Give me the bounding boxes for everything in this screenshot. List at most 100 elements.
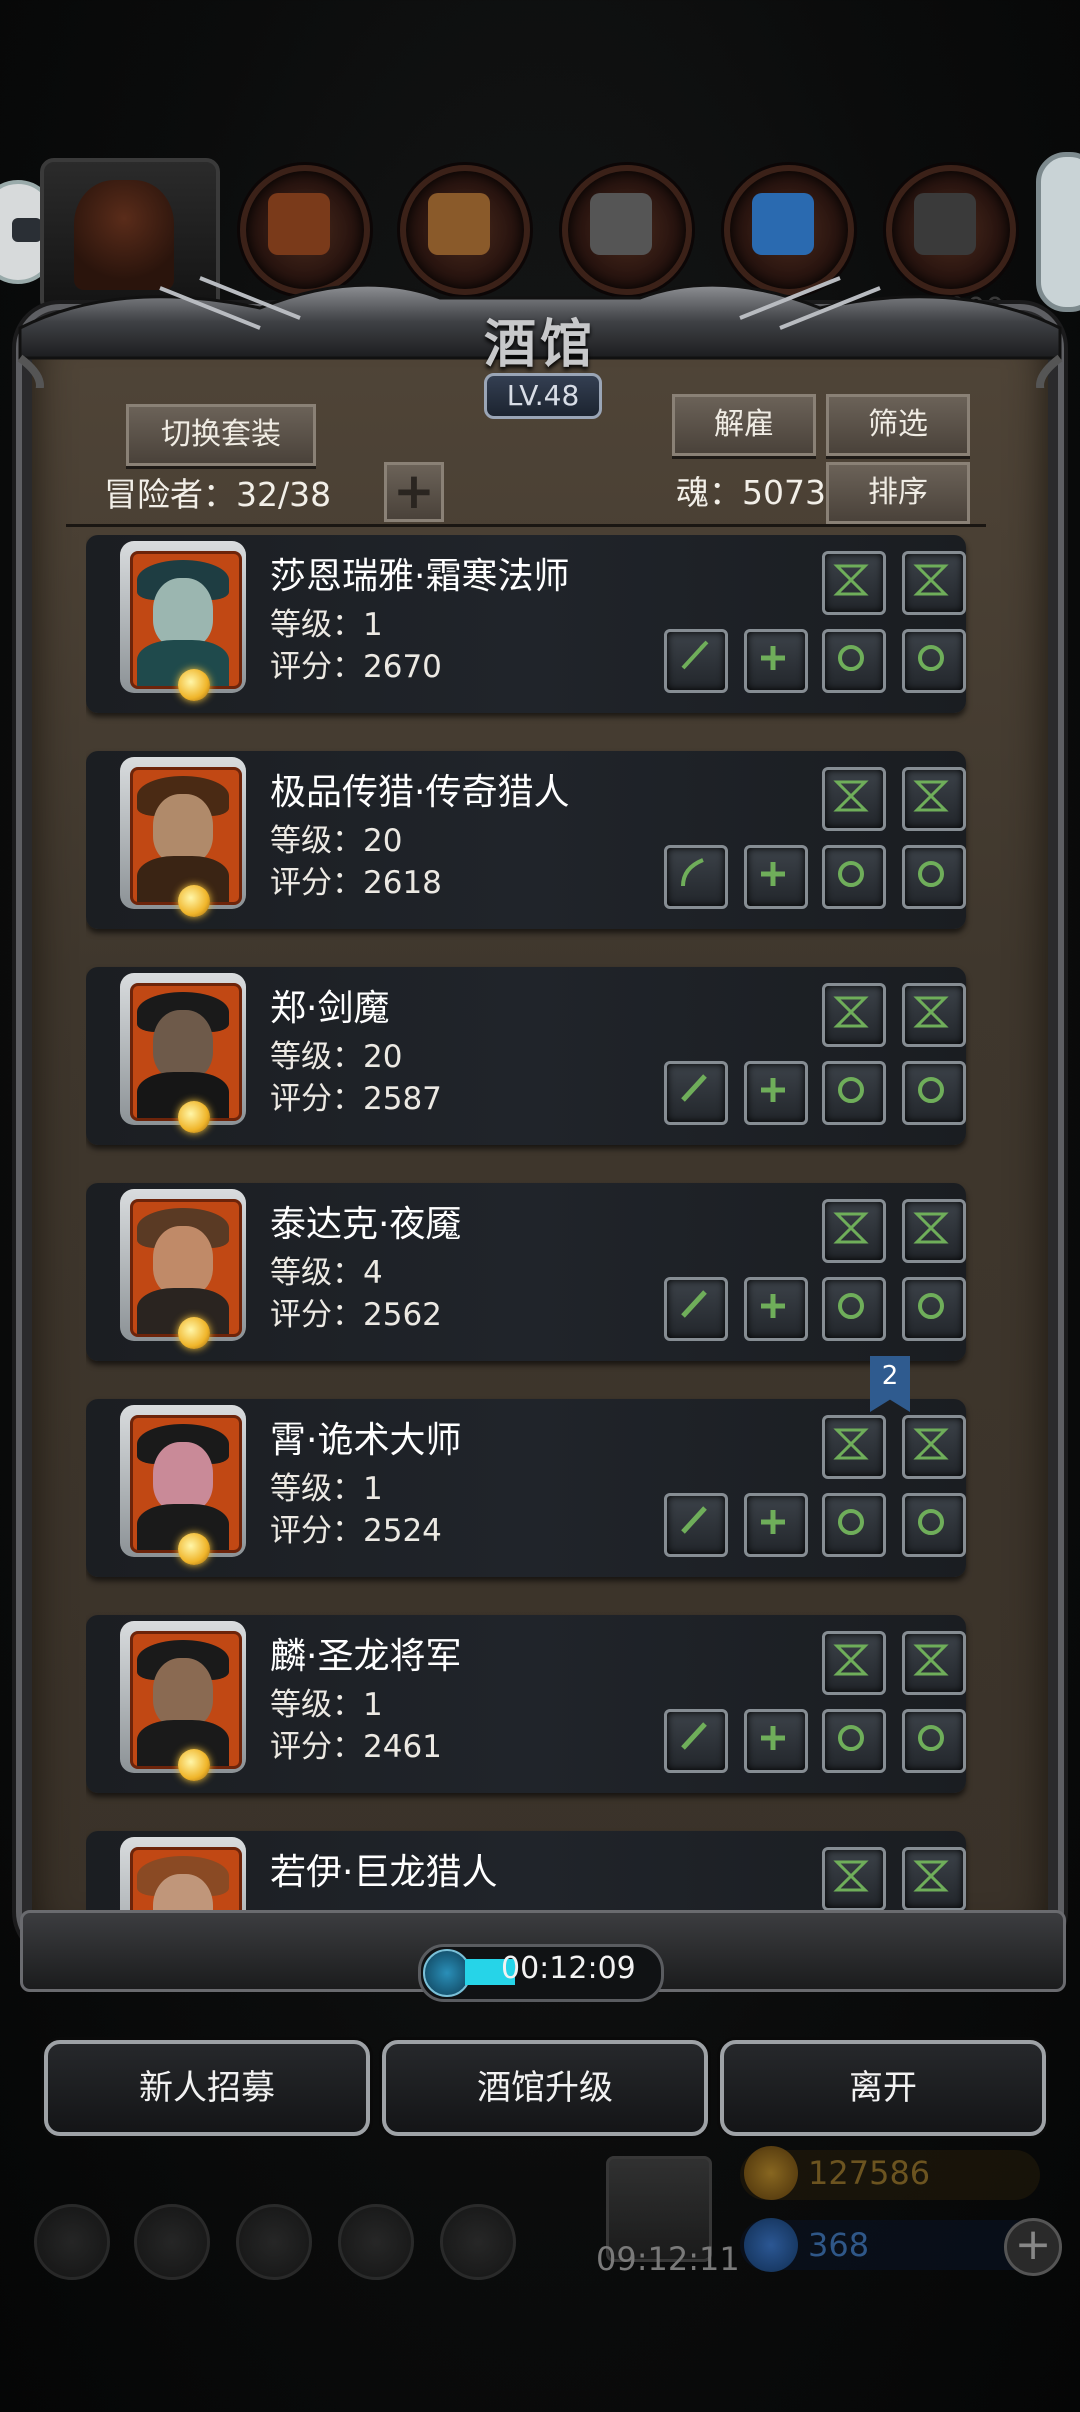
hero-level: 等级：1 [270, 1687, 383, 1723]
hero-score: 评分：2461 [270, 1729, 442, 1765]
empty-slot-icon[interactable] [902, 983, 966, 1047]
accessory-slot-icon[interactable] [822, 1709, 886, 1773]
gem-icon [744, 2218, 798, 2272]
hero-score: 评分：2562 [270, 1297, 442, 1333]
adventurer-count: 冒险者：32/38 [104, 475, 332, 514]
mail-icon[interactable] [338, 2204, 414, 2280]
empty-slot-icon[interactable] [902, 1631, 966, 1695]
empty-slot-icon[interactable] [902, 1847, 966, 1911]
map-icon[interactable] [440, 2204, 516, 2280]
hero-card[interactable]: 郑·剑魔 等级：20 评分：2587 [86, 967, 966, 1145]
hero-portrait[interactable] [120, 757, 246, 917]
accessory-slot-icon[interactable] [822, 845, 886, 909]
weapon-slot-icon[interactable] [664, 1277, 728, 1341]
hero-level: 等级：20 [270, 823, 403, 859]
ring-slot-icon[interactable] [902, 1277, 966, 1341]
empty-slot-icon[interactable] [822, 1199, 886, 1263]
hero-portrait[interactable] [120, 1189, 246, 1349]
ring-slot-icon[interactable] [902, 1061, 966, 1125]
hero-name: 极品传猎·传奇猎人 [270, 772, 570, 813]
hero-list[interactable]: 莎恩瑞雅·霜寒法师 等级：1 评分：2670 极品传猎·传奇猎人 等级：20 评… [86, 535, 974, 1920]
upgrade-tavern-button[interactable]: 酒馆升级 [382, 2040, 708, 2136]
hero-name: 郑·剑魔 [270, 988, 390, 1029]
ring-slot-icon[interactable] [902, 845, 966, 909]
rank-icon[interactable] [134, 2204, 210, 2280]
sort-button[interactable]: 排序 [826, 462, 970, 524]
hero-score: 评分：2524 [270, 1513, 442, 1549]
moon-rank-icon [178, 1101, 210, 1133]
moon-rank-icon [178, 669, 210, 701]
weapon-slot-icon[interactable] [664, 1709, 728, 1773]
hero-card[interactable]: 莎恩瑞雅·霜寒法师 等级：1 评分：2670 [86, 535, 966, 713]
accessory-slot-icon[interactable] [822, 1277, 886, 1341]
soul-count: 魂：5073 [676, 473, 826, 512]
hero-level: 等级：1 [270, 1471, 383, 1507]
ring-slot-icon[interactable] [902, 629, 966, 693]
switch-outfit-button[interactable]: 切换套装 [126, 404, 316, 466]
ring-slot-icon[interactable] [902, 1493, 966, 1557]
hero-card[interactable]: 泰达克·夜魇 等级：4 评分：2562 [86, 1183, 966, 1361]
clock-icon [423, 1949, 471, 1997]
page-title: 酒馆 [483, 314, 596, 375]
empty-slot-icon[interactable] [902, 1415, 966, 1479]
empty-slot-icon[interactable] [902, 551, 966, 615]
armor-slot-icon[interactable] [744, 845, 808, 909]
hero-portrait[interactable] [120, 1837, 246, 1920]
hero-level: 等级：4 [270, 1255, 383, 1291]
empty-slot-icon[interactable] [822, 1847, 886, 1911]
hero-portrait[interactable] [120, 1621, 246, 1781]
hero-level: 等级：20 [270, 1039, 403, 1075]
moon-rank-icon [178, 1749, 210, 1781]
empty-slot-icon[interactable] [822, 767, 886, 831]
hero-portrait[interactable] [120, 1405, 246, 1565]
dismiss-button[interactable]: 解雇 [672, 394, 816, 456]
hero-portrait[interactable] [120, 973, 246, 1133]
weapon-slot-icon[interactable] [664, 845, 728, 909]
accessory-slot-icon[interactable] [822, 1061, 886, 1125]
hero-name: 霄·诡术大师 [270, 1420, 462, 1461]
armor-slot-icon[interactable] [744, 1061, 808, 1125]
settings-icon[interactable] [34, 2204, 110, 2280]
timer-text: 00:12:09 [501, 1951, 636, 1986]
empty-slot-icon[interactable] [902, 1199, 966, 1263]
moon-rank-icon [178, 1533, 210, 1565]
empty-slot-icon[interactable] [902, 767, 966, 831]
gold-coin-icon [744, 2146, 798, 2200]
armor-slot-icon[interactable] [744, 1709, 808, 1773]
empty-slot-icon[interactable] [822, 1631, 886, 1695]
accessory-slot-icon[interactable] [822, 1493, 886, 1557]
hero-portrait[interactable] [120, 541, 246, 701]
divider [66, 524, 986, 527]
hero-card[interactable]: 极品传猎·传奇猎人 等级：20 评分：2618 [86, 751, 966, 929]
accessory-slot-icon[interactable] [822, 629, 886, 693]
armor-slot-icon[interactable] [744, 1277, 808, 1341]
add-gems-button[interactable]: + [1004, 2218, 1062, 2276]
hero-name: 泰达克·夜魇 [270, 1204, 462, 1245]
tavern-level-badge: LV.48 [484, 373, 602, 419]
armor-slot-icon[interactable] [744, 1493, 808, 1557]
hero-card[interactable]: 若伊·巨龙猎人 [86, 1831, 966, 1920]
empty-slot-icon[interactable] [822, 551, 886, 615]
hero-card[interactable]: 霄·诡术大师 等级：1 评分：2524 [86, 1399, 966, 1577]
weapon-slot-icon[interactable] [664, 1061, 728, 1125]
empty-slot-icon[interactable] [822, 983, 886, 1047]
hero-name: 若伊·巨龙猎人 [270, 1852, 498, 1893]
guild-icon[interactable] [236, 2204, 312, 2280]
ring-slot-icon[interactable] [902, 1709, 966, 1773]
hero-level: 等级：1 [270, 607, 383, 643]
armor-slot-icon[interactable] [744, 629, 808, 693]
gem-value: 368 [808, 2226, 870, 2264]
add-capacity-button[interactable]: + [384, 462, 444, 522]
moon-rank-icon [178, 1317, 210, 1349]
filter-button[interactable]: 筛选 [826, 394, 970, 456]
hero-card[interactable]: 麟·圣龙将军 等级：1 评分：2461 [86, 1615, 966, 1793]
weapon-slot-icon[interactable] [664, 1493, 728, 1557]
recruit-button[interactable]: 新人招募 [44, 2040, 370, 2136]
hero-name: 莎恩瑞雅·霜寒法师 [270, 556, 570, 597]
leave-button[interactable]: 离开 [720, 2040, 1046, 2136]
gift-timer: 09:12:11 [596, 2240, 740, 2278]
hero-name: 麟·圣龙将军 [270, 1636, 462, 1677]
hero-score: 评分：2587 [270, 1081, 442, 1117]
weapon-slot-icon[interactable] [664, 629, 728, 693]
empty-slot-icon[interactable] [822, 1415, 886, 1479]
